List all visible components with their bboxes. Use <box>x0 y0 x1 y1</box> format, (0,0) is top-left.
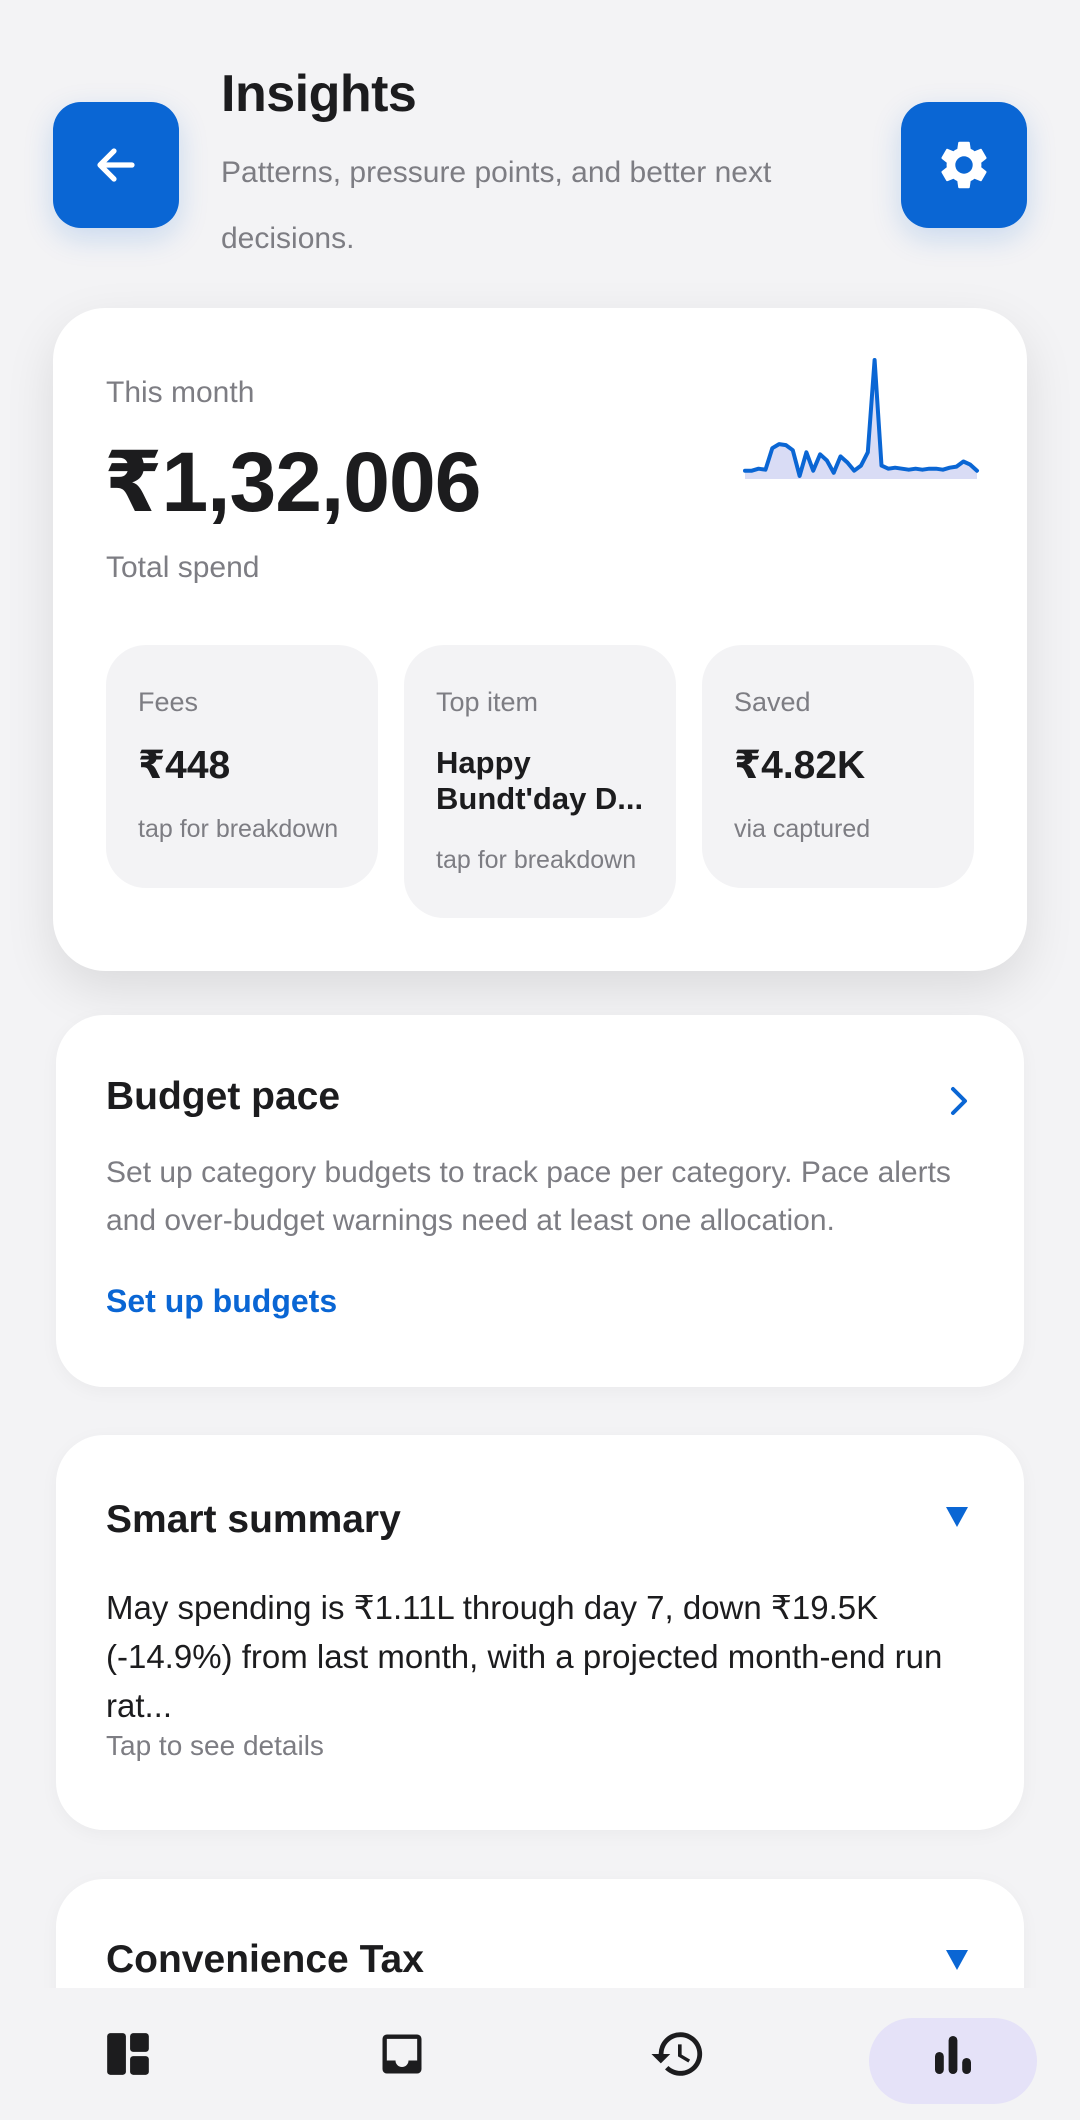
stat-value: ₹448 <box>138 744 231 787</box>
stat-footnote: via captured <box>734 815 871 843</box>
stat-value: Happy Bundt'day D... <box>436 745 644 816</box>
insights-bar-chart-icon <box>935 2036 971 2074</box>
chevron-right-icon[interactable] <box>944 1081 974 1121</box>
monthly-spend-card[interactable]: This month ₹1,32,006 Total spend Fees ₹4… <box>53 308 1027 971</box>
total-spend-label: Total spend <box>106 551 260 584</box>
sparkline-area <box>745 360 977 479</box>
stat-label: Saved <box>734 687 811 717</box>
nav-insights[interactable] <box>897 1988 1009 2120</box>
page-subtitle: Patterns, pressure points, and better ne… <box>221 156 772 255</box>
header: Insights Patterns, pressure points, and … <box>0 0 1080 290</box>
bottom-navigation <box>0 1988 1080 2120</box>
budget-pace-card[interactable]: Budget pace Set up category budgets to t… <box>56 1015 1024 1387</box>
total-spend-amount: ₹1,32,006 <box>104 435 481 529</box>
stat-footnote: tap for breakdown <box>138 815 339 843</box>
page-title: Insights <box>221 65 417 123</box>
back-button[interactable] <box>53 102 179 228</box>
spend-sparkline <box>743 358 979 479</box>
inbox-icon <box>382 2034 422 2074</box>
settings-button[interactable] <box>901 102 1027 228</box>
budget-pace-title: Budget pace <box>106 1075 341 1118</box>
set-up-budgets-link[interactable]: Set up budgets <box>106 1283 337 1320</box>
stat-label: Fees <box>138 687 199 717</box>
smart-summary-hint: Tap to see details <box>106 1730 324 1761</box>
fees-stat-tile[interactable]: Fees ₹448 tap for breakdown <box>106 645 378 888</box>
gear-icon <box>941 141 987 189</box>
smart-summary-text: May spending is ₹1.11L through day 7, do… <box>106 1589 943 1724</box>
budget-pace-description: Set up category budgets to track pace pe… <box>106 1156 951 1237</box>
period-label: This month <box>106 376 255 409</box>
expand-triangle-icon[interactable] <box>946 1507 968 1527</box>
stat-label: Top item <box>436 687 539 717</box>
expand-triangle-icon[interactable] <box>946 1950 968 1970</box>
smart-summary-title: Smart summary <box>106 1498 401 1541</box>
stat-footnote: tap for breakdown <box>436 846 637 874</box>
saved-stat-tile[interactable]: Saved ₹4.82K via captured <box>702 645 974 888</box>
top-item-stat-tile[interactable]: Top item Happy Bundt'day D... tap for br… <box>404 645 676 918</box>
dashboard-icon <box>107 2033 149 2075</box>
stat-value: ₹4.82K <box>734 744 866 787</box>
nav-inbox[interactable] <box>346 1988 458 2120</box>
history-icon <box>651 2032 703 2076</box>
nav-dashboard[interactable] <box>72 1988 184 2120</box>
arrow-left-icon <box>97 148 135 182</box>
convenience-tax-title: Convenience Tax <box>106 1938 424 1981</box>
nav-history[interactable] <box>622 1988 734 2120</box>
smart-summary-card[interactable]: Smart summary May spending is ₹1.11L thr… <box>56 1435 1024 1830</box>
